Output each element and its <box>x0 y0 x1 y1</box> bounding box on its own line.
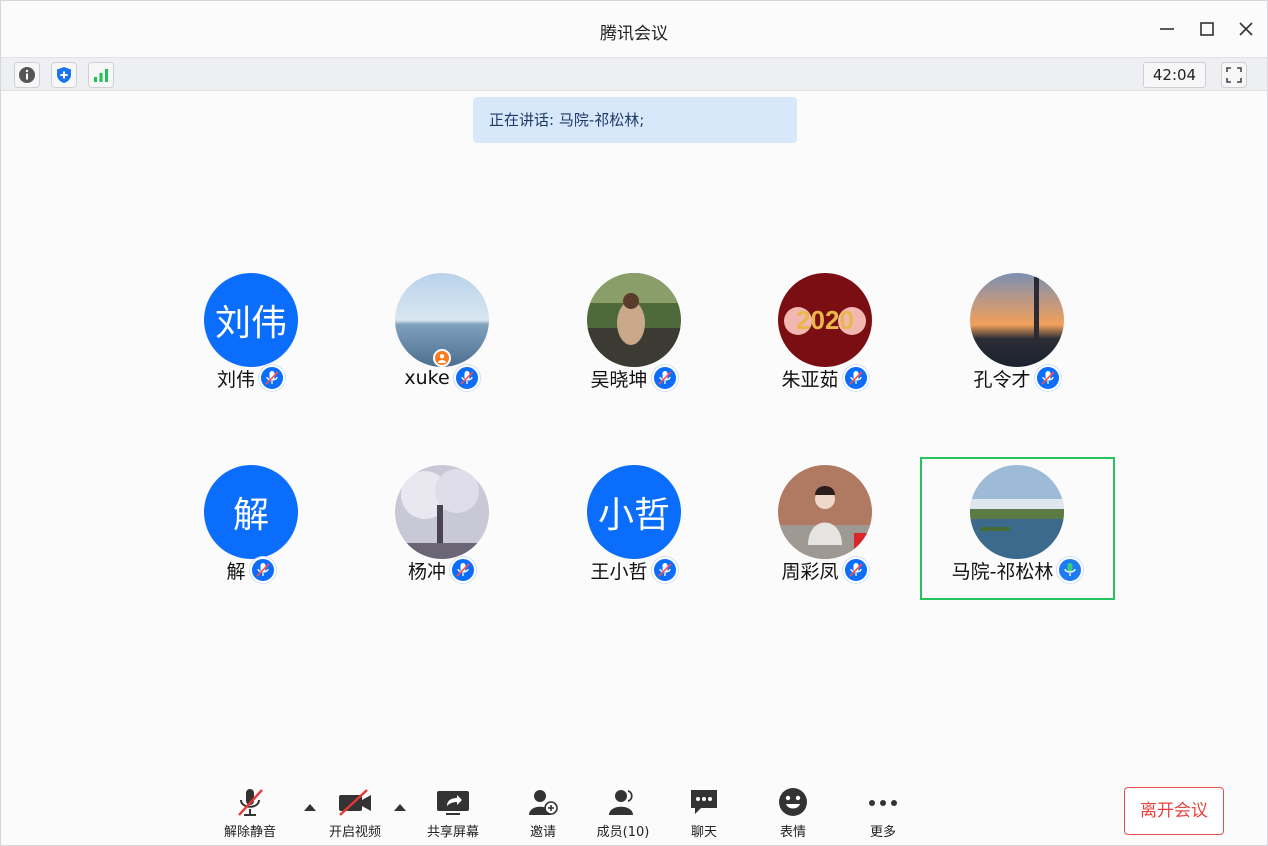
chat-icon <box>691 790 717 814</box>
mic-muted-icon <box>450 557 476 583</box>
participant-name: 解 <box>226 560 246 583</box>
caret-up-icon <box>394 804 406 811</box>
participant-tile[interactable]: 周彩凤 <box>729 457 921 597</box>
window-title: 腾讯会议 <box>600 24 668 44</box>
mic-off-icon <box>238 789 263 816</box>
mic-muted-icon <box>249 557 276 583</box>
caret-up-icon <box>304 804 316 811</box>
participant-name: xuke <box>404 367 450 389</box>
share-screen-icon <box>437 791 469 815</box>
participant-name: 孔令才 <box>973 368 1031 391</box>
participant-name: 杨冲 <box>407 560 446 583</box>
close-icon <box>1239 22 1253 36</box>
avatar: 刘伟 <box>204 273 298 367</box>
avatar: 小哲 <box>587 465 681 559</box>
speaking-banner: 正在讲话: 马院-祁松林; <box>473 97 797 143</box>
fullscreen-icon <box>1226 67 1242 83</box>
security-button[interactable] <box>51 62 77 88</box>
mic-speaking-icon <box>1057 557 1084 583</box>
minimize-button[interactable] <box>1155 17 1179 41</box>
avatar <box>395 465 489 559</box>
members-icon <box>609 790 633 815</box>
info-bar: 42:04 <box>1 57 1267 91</box>
meeting-info-button[interactable] <box>14 62 40 88</box>
participant-tile[interactable]: 解 解 <box>155 457 347 597</box>
close-button[interactable] <box>1234 17 1258 41</box>
participant-tile[interactable]: 吴晓坤 <box>538 265 730 405</box>
maximize-icon <box>1200 22 1214 36</box>
avatar <box>778 465 872 559</box>
members-button[interactable]: 成员(10) <box>588 785 658 841</box>
signal-icon <box>94 69 108 82</box>
participant-tile[interactable]: 刘伟 刘伟 <box>155 265 347 405</box>
mic-muted-icon <box>453 365 480 391</box>
meeting-timer: 42:04 <box>1143 62 1206 88</box>
meeting-window: 腾讯会议 42:04 正在讲话: 马院-祁松林; 刘伟 刘伟 xuke 吴晓坤 … <box>0 0 1268 846</box>
mic-muted-icon <box>651 557 678 583</box>
avatar <box>587 273 681 367</box>
participant-name: 王小哲 <box>590 560 648 583</box>
participant-tile-speaking[interactable]: 马院-祁松林 <box>920 457 1115 600</box>
mic-muted-icon <box>842 557 869 583</box>
avatar: 解 <box>204 465 298 559</box>
avatar: 2020 <box>778 273 872 367</box>
audio-options-caret[interactable] <box>303 797 317 811</box>
participant-tile[interactable]: xuke <box>346 265 538 405</box>
fullscreen-button[interactable] <box>1221 62 1247 88</box>
more-icon <box>869 800 897 806</box>
svg-text:2020: 2020 <box>796 305 854 335</box>
share-screen-button[interactable]: 共享屏幕 <box>418 785 488 841</box>
maximize-button[interactable] <box>1195 17 1219 41</box>
mic-muted-icon <box>259 365 285 391</box>
camera-off-icon <box>339 789 371 816</box>
emoji-icon <box>779 788 807 816</box>
participant-name: 朱亚茹 <box>781 368 839 391</box>
mic-muted-icon <box>842 365 869 391</box>
participant-tile[interactable]: 杨冲 <box>346 457 538 597</box>
video-options-caret[interactable] <box>393 797 407 811</box>
participant-tile[interactable]: 2020 朱亚茹 <box>729 265 921 405</box>
shield-icon <box>57 67 71 83</box>
chat-button[interactable]: 聊天 <box>669 785 739 841</box>
unmute-button[interactable]: 解除静音 <box>215 785 285 841</box>
leave-meeting-button[interactable]: 离开会议 <box>1124 787 1224 835</box>
participant-name: 刘伟 <box>216 368 255 391</box>
mic-muted-icon <box>1034 365 1061 391</box>
participant-name: 周彩凤 <box>781 560 839 583</box>
participant-tile[interactable]: 孔令才 <box>921 265 1113 405</box>
participant-name: 马院-祁松林 <box>951 560 1054 583</box>
invite-button[interactable]: 邀请 <box>508 785 578 841</box>
more-button[interactable]: 更多 <box>848 785 918 841</box>
participant-tile[interactable]: 小哲 王小哲 <box>538 457 730 597</box>
start-video-button[interactable]: 开启视频 <box>320 785 390 841</box>
info-icon <box>19 67 35 83</box>
network-status-button[interactable] <box>88 62 114 88</box>
avatar <box>970 465 1064 559</box>
mic-muted-icon <box>651 365 678 391</box>
add-user-icon <box>529 790 558 815</box>
avatar <box>970 273 1064 367</box>
title-bar: 腾讯会议 <box>1 1 1267 57</box>
participant-name: 吴晓坤 <box>590 368 648 391</box>
minimize-icon <box>1160 28 1174 30</box>
emoji-button[interactable]: 表情 <box>758 785 828 841</box>
